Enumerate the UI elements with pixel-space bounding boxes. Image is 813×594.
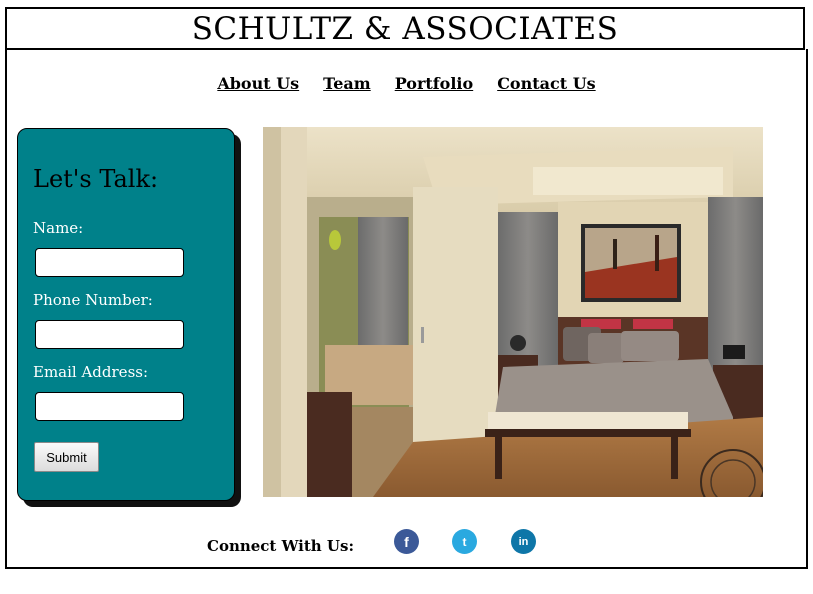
bedroom-photo-icon (263, 127, 763, 497)
phone-input[interactable] (35, 320, 184, 349)
site-title: SCHULTZ & ASSOCIATES (191, 10, 619, 47)
connect-label: Connect With Us: (207, 537, 354, 555)
email-label: Email Address: (33, 363, 149, 381)
name-input[interactable] (35, 248, 184, 277)
name-label: Name: (33, 219, 84, 237)
linkedin-icon[interactable]: in (511, 529, 536, 554)
contact-form-panel: Let's Talk: Name: Phone Number: Email Ad… (17, 128, 235, 501)
nav-contact-us[interactable]: Contact Us (497, 74, 595, 93)
submit-button[interactable]: Submit (34, 442, 99, 472)
nav-portfolio[interactable]: Portfolio (395, 74, 473, 93)
twitter-icon[interactable]: t (452, 529, 477, 554)
nav-about-us[interactable]: About Us (217, 74, 299, 93)
email-input[interactable] (35, 392, 184, 421)
hero-image (263, 127, 763, 497)
main-nav: About Us Team Portfolio Contact Us (0, 74, 813, 93)
site-header: SCHULTZ & ASSOCIATES (5, 7, 805, 50)
nav-team[interactable]: Team (323, 74, 371, 93)
form-heading: Let's Talk: (33, 165, 159, 193)
phone-label: Phone Number: (33, 291, 153, 309)
facebook-icon[interactable]: f (394, 529, 419, 554)
